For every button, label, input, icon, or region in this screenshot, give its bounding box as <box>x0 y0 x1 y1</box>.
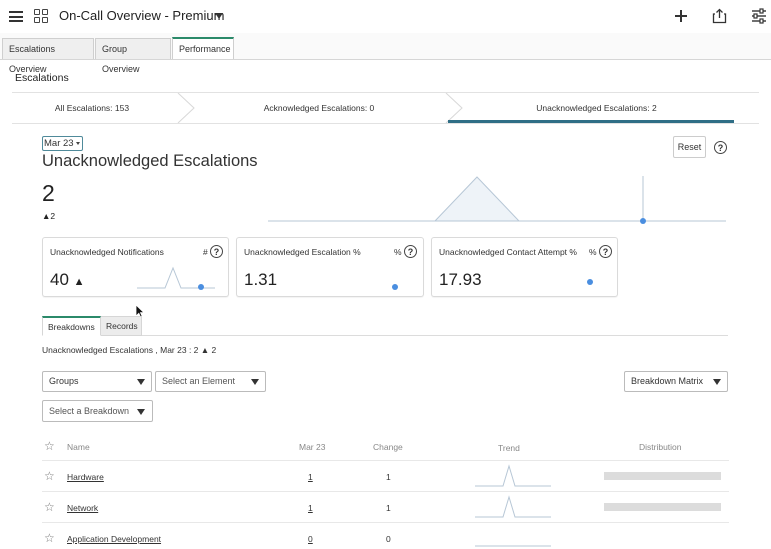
card-value: 1.31 <box>244 270 278 289</box>
chevron-down-icon <box>713 379 721 385</box>
row-distribution-bar <box>604 472 721 480</box>
chevron-unacknowledged-escalations[interactable]: Unacknowledged Escalations: 2 <box>464 93 729 123</box>
breakdown-summary: Unacknowledged Escalations , Mar 23 : 2 … <box>42 345 217 355</box>
help-icon[interactable]: ? <box>404 245 417 258</box>
card-title: Unacknowledged Contact Attempt % <box>439 247 577 257</box>
favorite-star-icon[interactable]: ☆ <box>44 532 55 544</box>
card-unit: % <box>394 247 402 257</box>
row-change: 1 <box>386 472 391 482</box>
row-distribution-bar <box>604 503 721 511</box>
subtab-breakdowns[interactable]: Breakdowns <box>42 316 101 336</box>
chevron-all-escalations[interactable]: All Escalations: 153 <box>12 93 172 123</box>
current-value-dot <box>587 279 593 285</box>
title-dropdown-icon[interactable] <box>215 13 223 19</box>
add-icon[interactable] <box>673 8 689 24</box>
tab-escalations-overview[interactable]: Escalations Overview <box>2 38 94 74</box>
score-title: Unacknowledged Escalations <box>42 152 258 170</box>
card-title: Unacknowledged Notifications <box>50 247 164 257</box>
column-header-change[interactable]: Change <box>373 442 403 452</box>
card-unit: % <box>589 247 597 257</box>
dashboard-tab-bar: Escalations Overview Group Overview Perf… <box>0 33 771 74</box>
card-sparkline <box>137 266 215 289</box>
chevron-down-icon <box>251 379 259 385</box>
column-header-date[interactable]: Mar 23 <box>299 442 325 452</box>
element-select-label: Select an Element <box>162 376 236 386</box>
row-trend-sparkline <box>475 545 551 547</box>
help-icon[interactable]: ? <box>714 141 727 154</box>
card-unacknowledged-notifications[interactable]: Unacknowledged Notifications # ? 40 ▲ <box>42 237 229 297</box>
row-trend-sparkline <box>475 495 551 518</box>
row-name-link[interactable]: Network <box>67 503 98 513</box>
favorite-star-icon[interactable]: ☆ <box>44 501 55 513</box>
filter-sliders-icon[interactable] <box>751 8 767 24</box>
date-select[interactable]: Mar 23 <box>42 136 83 151</box>
current-value-dot <box>198 284 204 290</box>
help-icon[interactable]: ? <box>210 245 223 258</box>
row-change: 1 <box>386 503 391 513</box>
row-trend-sparkline <box>475 464 551 487</box>
tab-group-overview[interactable]: Group Overview <box>95 38 171 74</box>
share-icon[interactable] <box>712 8 727 24</box>
subtab-divider <box>42 335 728 336</box>
dashboard-title[interactable]: On-Call Overview - Premium <box>59 8 224 23</box>
current-value-dot <box>392 284 398 290</box>
row-value-link[interactable]: 0 <box>308 534 313 544</box>
subtab-records[interactable]: Records <box>101 316 142 336</box>
chevron-down-icon <box>76 142 80 145</box>
card-value: 40 ▲ <box>50 270 85 289</box>
breakdown-select[interactable]: Select a Breakdown <box>42 400 153 422</box>
breakdown-matrix-select[interactable]: Breakdown Matrix <box>624 371 728 392</box>
card-unacknowledged-contact-attempt-pct[interactable]: Unacknowledged Contact Attempt % % ? 17.… <box>431 237 618 297</box>
favorite-star-icon[interactable]: ☆ <box>44 470 55 482</box>
column-header-name[interactable]: Name <box>67 442 90 452</box>
reset-button[interactable]: Reset <box>673 136 706 158</box>
column-header-trend: Trend <box>498 443 520 453</box>
section-title: Escalations <box>15 72 69 84</box>
chevron-down-icon <box>137 379 145 385</box>
row-change: 0 <box>386 534 391 544</box>
card-title: Unacknowledged Escalation % <box>244 247 361 257</box>
row-name-link[interactable]: Application Development <box>67 534 161 544</box>
favorite-all-star-icon[interactable]: ☆ <box>44 440 55 452</box>
menu-icon[interactable] <box>9 11 23 22</box>
tab-performance[interactable]: Performance <box>172 37 234 59</box>
score-value: 2 <box>42 180 55 206</box>
breakdown-matrix-label: Breakdown Matrix <box>631 376 704 386</box>
row-divider <box>42 522 729 523</box>
chevron-down-icon <box>137 409 145 415</box>
row-divider <box>42 460 729 461</box>
row-divider <box>42 491 729 492</box>
row-value-link[interactable]: 1 <box>308 503 313 513</box>
groups-select[interactable]: Groups <box>42 371 152 392</box>
breakdown-select-label: Select a Breakdown <box>49 406 130 416</box>
chevron-acknowledged-escalations[interactable]: Acknowledged Escalations: 0 <box>196 93 442 123</box>
help-icon[interactable]: ? <box>599 245 612 258</box>
card-unit: # <box>203 247 208 257</box>
column-header-distribution: Distribution <box>639 442 682 452</box>
row-name-link[interactable]: Hardware <box>67 472 104 482</box>
element-select[interactable]: Select an Element <box>155 371 266 392</box>
groups-select-label: Groups <box>49 376 79 386</box>
card-value: 17.93 <box>439 270 482 289</box>
date-select-label: Mar 23 <box>44 138 74 149</box>
active-chevron-indicator <box>448 120 734 123</box>
row-value-link[interactable]: 1 <box>308 472 313 482</box>
score-change: ▲2 <box>42 211 56 221</box>
app-header: On-Call Overview - Premium <box>0 0 771 34</box>
dashboard-grid-icon[interactable] <box>34 9 48 23</box>
score-trend-sparkline <box>268 176 726 224</box>
card-unacknowledged-escalation-pct[interactable]: Unacknowledged Escalation % % ? 1.31 <box>236 237 424 297</box>
